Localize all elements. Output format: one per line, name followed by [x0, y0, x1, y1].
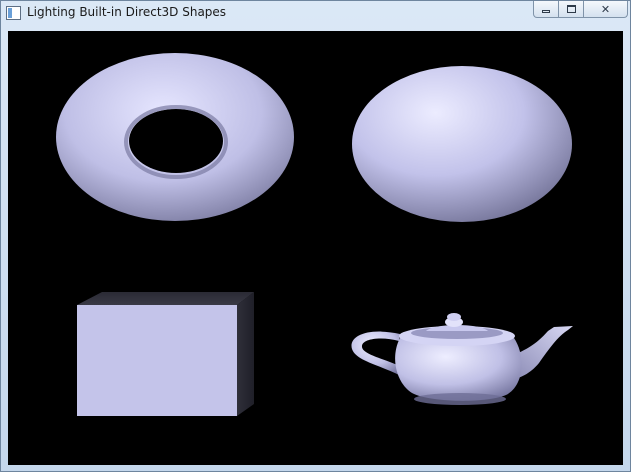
minimize-icon: [542, 10, 550, 13]
scene-canvas: [56, 53, 573, 416]
box-shape: [77, 292, 254, 416]
title-bar[interactable]: Lighting Built-in Direct3D Shapes ✕: [1, 1, 630, 25]
teapot-shape: [351, 313, 573, 405]
minimize-button[interactable]: [533, 1, 559, 18]
app-window: Lighting Built-in Direct3D Shapes ✕: [0, 0, 631, 472]
render-viewport[interactable]: [8, 31, 623, 465]
maximize-button[interactable]: [559, 1, 584, 18]
close-icon: ✕: [600, 2, 611, 16]
sphere-shape: [352, 66, 572, 222]
caption-buttons: ✕: [533, 1, 628, 19]
restore-icon: [566, 5, 576, 13]
torus-shape: [56, 53, 294, 221]
close-button[interactable]: ✕: [584, 1, 628, 18]
window-title: Lighting Built-in Direct3D Shapes: [27, 5, 227, 19]
application-window-icon[interactable]: [6, 6, 21, 20]
